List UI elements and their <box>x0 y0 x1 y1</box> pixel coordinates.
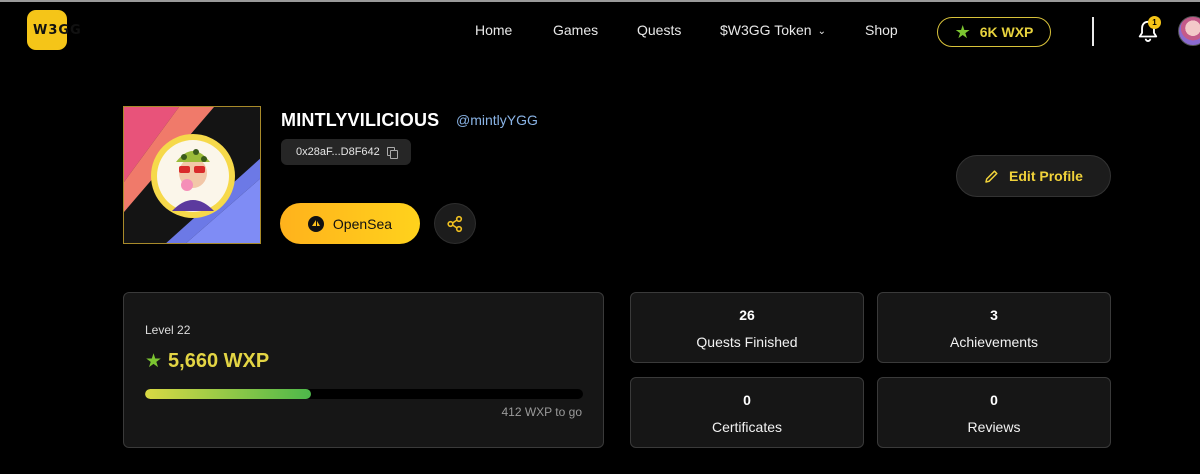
wxp-balance-pill[interactable]: ★ 6K WXP <box>937 17 1051 47</box>
profile-username: MINTLYVILICIOUS <box>281 110 440 130</box>
user-avatar[interactable] <box>1178 16 1200 46</box>
stat-label: Quests Finished <box>696 334 798 350</box>
stat-value: 0 <box>743 392 751 408</box>
chevron-down-icon: ⌄ <box>817 26 826 37</box>
share-button[interactable] <box>434 203 476 244</box>
stat-value: 26 <box>739 307 755 323</box>
level-card: Level 22 ★ 5,660 WXP 412 WXP to go <box>123 292 604 448</box>
opensea-button[interactable]: OpenSea <box>280 203 420 244</box>
nav-quests[interactable]: Quests <box>637 22 681 38</box>
level-progress-fill <box>145 389 311 399</box>
nav-token-label: $W3GG Token <box>720 22 812 38</box>
nav-shop[interactable]: Shop <box>865 22 898 38</box>
wxp-balance-text: 6K WXP <box>979 24 1034 40</box>
stat-card-quests: 26 Quests Finished <box>630 292 864 363</box>
avatar-artwork <box>124 107 260 243</box>
nav-token[interactable]: $W3GG Token ⌄ <box>720 22 826 38</box>
edit-profile-label: Edit Profile <box>1009 168 1083 184</box>
star-icon: ★ <box>145 350 163 372</box>
stat-label: Certificates <box>711 419 783 435</box>
edit-profile-button[interactable]: Edit Profile <box>956 155 1111 197</box>
opensea-label: OpenSea <box>332 215 393 232</box>
stat-value: 0 <box>990 392 998 408</box>
profile-avatar-image <box>123 106 261 244</box>
copy-icon[interactable] <box>386 146 398 159</box>
star-icon: ★ <box>954 22 971 42</box>
profile-handle: @mintlyYGG <box>456 112 538 128</box>
stat-label: Reviews <box>967 419 1021 435</box>
nav-divider <box>1092 17 1094 46</box>
wallet-address-text: 0x28aF...D8F642 <box>296 146 380 158</box>
nav-home[interactable]: Home <box>475 22 512 38</box>
stat-card-reviews: 0 Reviews <box>877 377 1111 448</box>
level-progress-bar <box>145 389 583 399</box>
nav-games[interactable]: Games <box>553 22 598 38</box>
stat-card-certificates: 0 Certificates <box>630 377 864 448</box>
wxp-to-go: 412 WXP to go <box>501 405 583 419</box>
level-wxp-text: 5,660 WXP <box>168 350 270 372</box>
share-icon <box>447 215 463 232</box>
opensea-icon <box>307 215 324 232</box>
pencil-icon <box>985 169 998 183</box>
wallet-address: 0x28aF...D8F642 <box>281 139 411 165</box>
stat-value: 3 <box>990 307 998 323</box>
notification-badge: 1 <box>1148 16 1161 29</box>
level-label: Level 22 <box>145 323 191 337</box>
stat-card-achievements: 3 Achievements <box>877 292 1111 363</box>
stat-label: Achievements <box>950 334 1038 350</box>
level-wxp: ★ 5,660 WXP <box>145 350 269 373</box>
